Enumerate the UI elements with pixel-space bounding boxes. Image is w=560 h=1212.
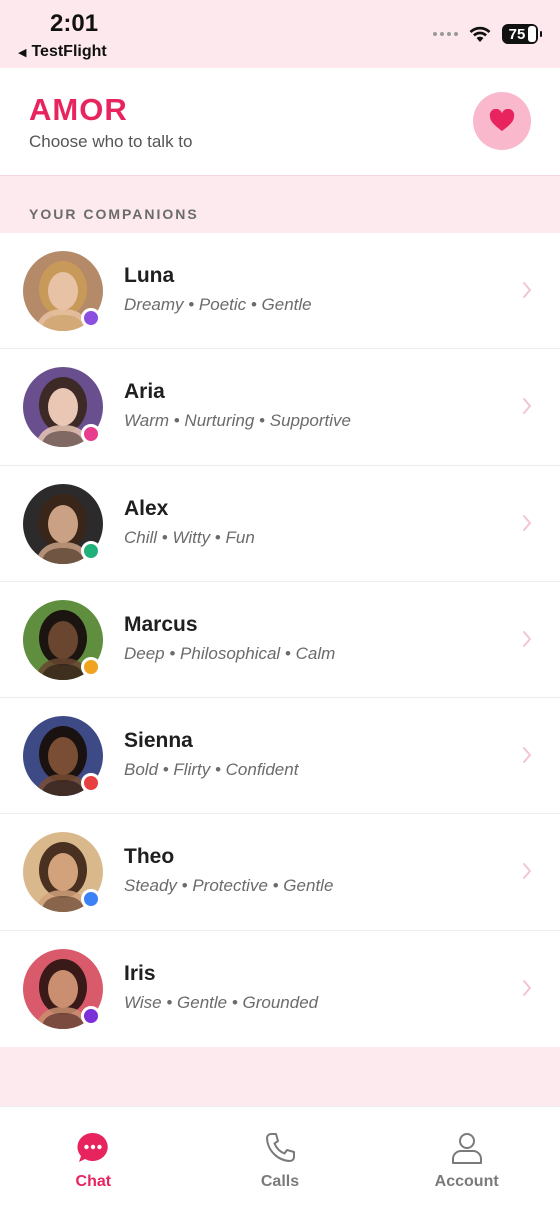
companion-traits: Chill • Witty • Fun [124,527,255,547]
status-time: 2:01 [50,10,99,37]
online-status-dot [81,540,101,561]
companion-name: Alex [124,496,169,520]
companion-row-alex[interactable]: Alex Chill • Witty • Fun [0,465,560,582]
person-icon [451,1133,482,1164]
app-subtitle: Choose who to talk to [29,132,193,151]
online-status-dot [81,889,101,910]
companion-name: Iris [124,961,156,985]
app-header: AMOR Choose who to talk to [0,68,560,176]
chevron-right-icon [523,514,531,531]
companion-traits: Wise • Gentle • Grounded [124,992,319,1012]
online-status-dot [81,773,101,794]
companion-name: Luna [124,264,175,287]
battery-icon: 75 [502,24,542,44]
companion-list: Luna Dreamy • Poetic • Gentle Aria Warm … [0,233,560,1048]
companion-row-luna[interactable]: Luna Dreamy • Poetic • Gentle [0,233,560,350]
tab-account-label: Account [434,1173,499,1190]
companion-traits: Steady • Protective • Gentle [124,876,334,896]
tab-bar: Chat Calls Account [0,1106,560,1212]
companion-traits: Bold • Flirty • Confident [124,760,299,780]
companion-traits: Dreamy • Poetic • Gentle [124,295,312,314]
companion-row-aria[interactable]: Aria Warm • Nurturing • Supportive [0,349,560,466]
chevron-right-icon [523,630,531,647]
back-app-label: TestFlight [31,43,107,60]
app-title: AMOR [29,92,128,127]
companion-row-sienna[interactable]: Sienna Bold • Flirty • Confident [0,698,560,815]
companion-traits: Deep • Philosophical • Calm [124,643,336,663]
tab-chat-label: Chat [75,1173,112,1190]
chat-bubble-icon [77,1132,109,1162]
companion-row-iris[interactable]: Iris Wise • Gentle • Grounded [0,930,560,1048]
companion-name: Sienna [124,729,193,753]
tab-calls[interactable]: Calls [187,1107,374,1212]
online-status-dot [81,656,101,677]
companion-name: Aria [124,380,165,404]
back-to-testflight[interactable]: ◀ TestFlight [18,43,107,61]
online-status-dot [81,308,101,328]
chevron-right-icon [523,863,531,880]
chevron-right-icon [523,747,531,764]
signal-dots-icon [433,32,458,36]
back-triangle-icon: ◀ [18,46,27,59]
status-indicators: 75 [433,24,542,44]
online-status-dot [81,424,101,445]
heart-icon [489,109,515,131]
battery-level: 75 [508,25,526,43]
favorites-button[interactable] [473,92,531,150]
companion-traits: Warm • Nurturing • Supportive [124,411,352,431]
tab-calls-label: Calls [260,1173,300,1190]
chevron-right-icon [523,282,531,298]
companion-row-theo[interactable]: Theo Steady • Protective • Gentle [0,814,560,931]
wifi-icon [469,26,491,42]
companion-name: Theo [124,845,175,869]
companion-name: Marcus [124,612,198,636]
chevron-right-icon [523,398,531,415]
online-status-dot [81,1005,101,1026]
companion-row-marcus[interactable]: Marcus Deep • Philosophical • Calm [0,581,560,699]
tab-account[interactable]: Account [373,1107,560,1212]
tab-chat[interactable]: Chat [0,1107,187,1212]
phone-icon [266,1133,295,1162]
chevron-right-icon [523,979,531,996]
status-bar: 2:01 ◀ TestFlight 75 [0,0,560,68]
section-title: YOUR COMPANIONS [29,206,199,222]
